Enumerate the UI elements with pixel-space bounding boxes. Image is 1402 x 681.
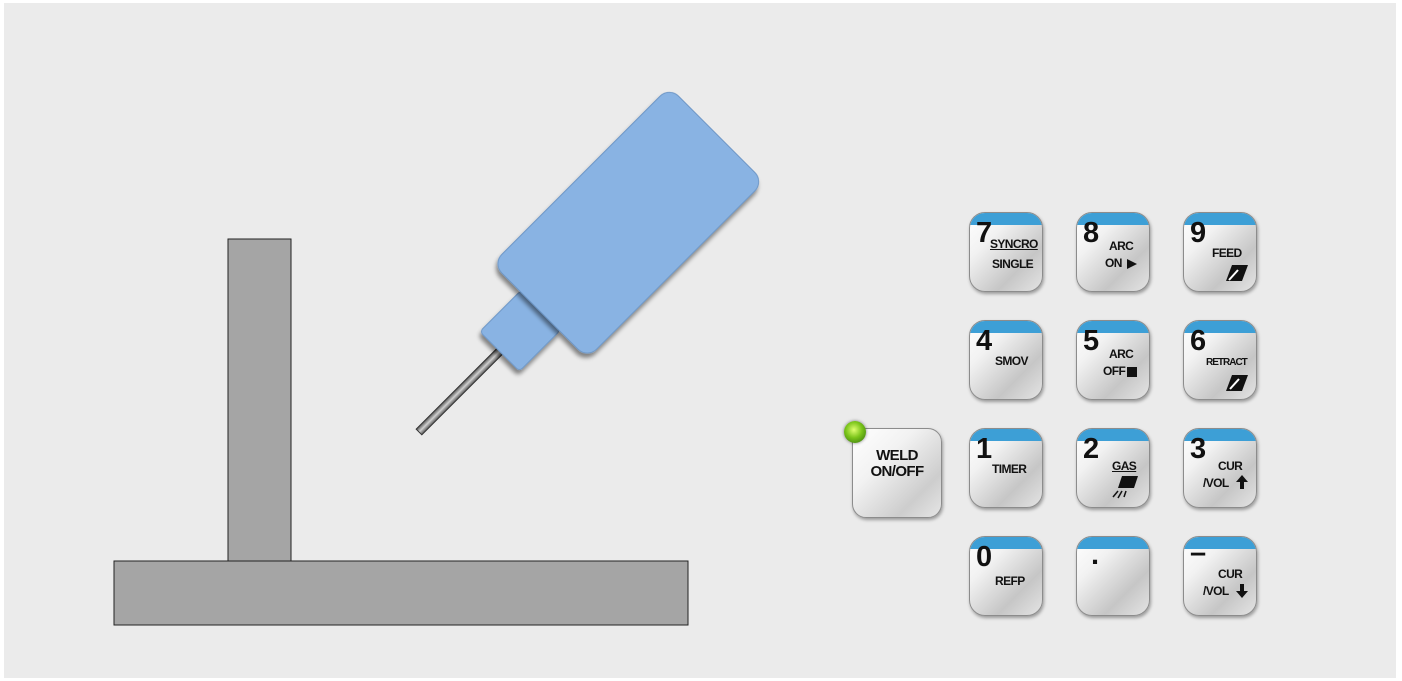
key-number: 8 (1083, 217, 1100, 249)
retract-arrow-icon (1226, 375, 1248, 391)
torch-wire (415, 345, 506, 436)
key-label-cur: CUR (1218, 459, 1243, 473)
key-label-timer: TIMER (992, 462, 1027, 476)
key-number: 3 (1190, 433, 1207, 465)
key-4-smov[interactable]: 4 SMOV (969, 320, 1043, 400)
key-number: 2 (1083, 433, 1100, 465)
key-9-feed[interactable]: 9 FEED (1183, 212, 1257, 292)
weld-status-led (844, 421, 866, 443)
key-number: 4 (976, 325, 993, 357)
key-label-refp: REFP (995, 574, 1025, 588)
key-3-cur-vol-up[interactable]: 3 CUR /VOL (1183, 428, 1257, 508)
stop-icon (1127, 367, 1137, 377)
key-number: . (1091, 539, 1100, 571)
key-number: 6 (1190, 325, 1207, 357)
gas-nozzle-icon (1112, 476, 1138, 499)
key-7-syncro-single[interactable]: 7 SYNCRO SINGLE (969, 212, 1043, 292)
key-6-retract[interactable]: 6 RETRACT (1183, 320, 1257, 400)
key-number: 0 (976, 541, 993, 573)
workpiece-vertical-plate (227, 238, 292, 565)
play-icon (1127, 259, 1137, 269)
key-label-vol: /VOL (1203, 476, 1229, 490)
key-label-off: OFF (1103, 364, 1126, 378)
key-label-feed: FEED (1212, 246, 1242, 260)
key-label-smov: SMOV (995, 354, 1029, 368)
key-label-arc: ARC (1109, 239, 1134, 253)
key-number: 9 (1190, 217, 1207, 249)
key-number: 1 (976, 433, 993, 465)
key-label-arc: ARC (1109, 347, 1134, 361)
welding-torch (415, 91, 760, 436)
key-5-arc-off[interactable]: 5 ARC OFF (1076, 320, 1150, 400)
key-label-on: ON (1105, 256, 1122, 270)
key-minus-cur-vol-down[interactable]: – CUR /VOL (1183, 536, 1257, 616)
arrow-down-icon (1236, 584, 1248, 598)
weld-on-off-button[interactable]: WELD ON/OFF (852, 428, 942, 518)
arrow-up-icon (1236, 475, 1248, 489)
key-0-refp[interactable]: 0 REFP (969, 536, 1043, 616)
key-label-syncro: SYNCRO (990, 237, 1038, 251)
key-2-gas[interactable]: 2 GAS (1076, 428, 1150, 508)
weld-on-off-label: WELD ON/OFF (870, 447, 924, 480)
key-8-arc-on[interactable]: 8 ARC ON (1076, 212, 1150, 292)
key-label-vol: /VOL (1203, 584, 1229, 598)
feed-arrow-icon (1226, 265, 1248, 281)
workpiece-base-plate (113, 560, 689, 626)
key-label-single: SINGLE (992, 257, 1034, 271)
key-label-retract: RETRACT (1206, 357, 1248, 368)
key-number: 5 (1083, 325, 1100, 357)
key-number: – (1190, 537, 1207, 569)
key-decimal-point[interactable]: . (1076, 536, 1150, 616)
key-label-cur: CUR (1218, 567, 1243, 581)
key-label-gas: GAS (1112, 459, 1137, 473)
key-1-timer[interactable]: 1 TIMER (969, 428, 1043, 508)
